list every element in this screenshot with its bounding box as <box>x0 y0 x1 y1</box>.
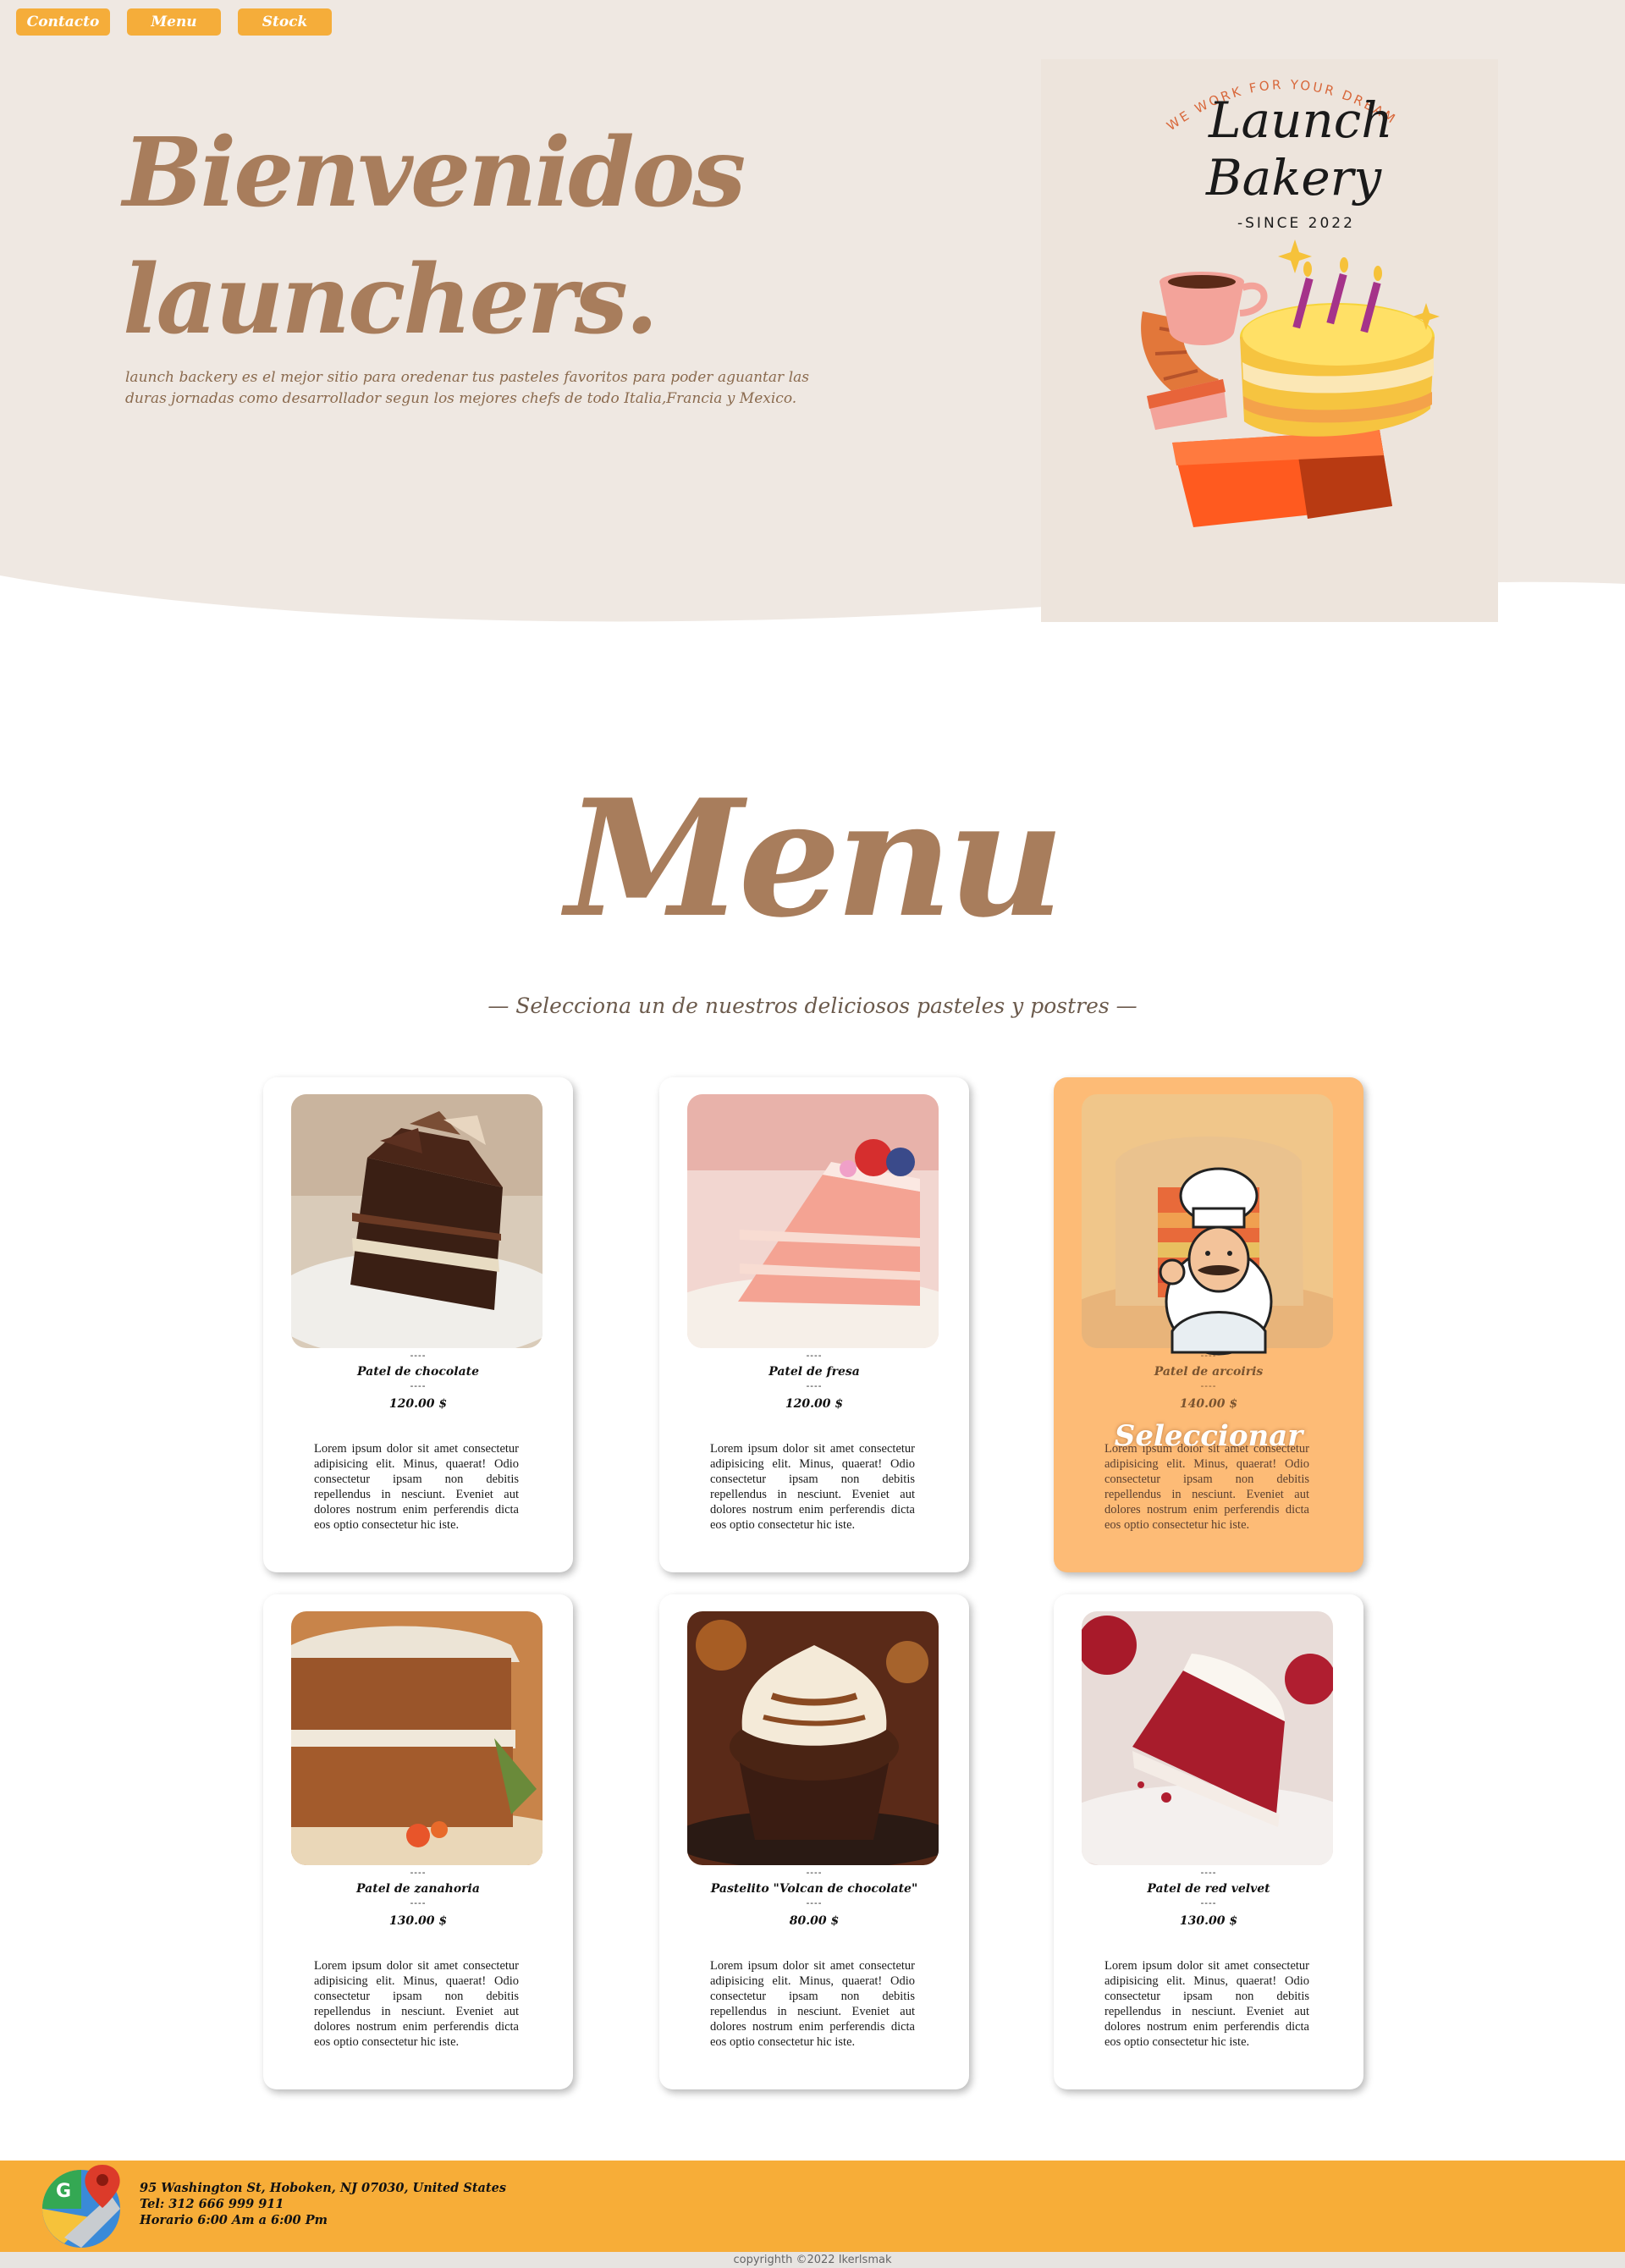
hero-title-line1: Bienvenidos <box>123 118 746 228</box>
card-name: Patel de arcoiris <box>1154 1365 1264 1379</box>
menu-card-zanahoria[interactable]: ---- Patel de zanahoria ---- 130.00 $ Lo… <box>263 1594 573 2089</box>
google-maps-icon[interactable]: G <box>39 2161 132 2249</box>
logo-since: -SINCE 2022 <box>1237 215 1355 232</box>
chef-icon <box>1159 1167 1273 1356</box>
card-dash-bottom: ---- <box>410 1897 427 1908</box>
chocolate-cake-image <box>291 1094 543 1348</box>
card-dash-bottom: ---- <box>1200 1897 1217 1908</box>
logo-name-line1: Launch <box>1209 91 1393 149</box>
nav-stock-button[interactable]: Stock <box>238 8 332 36</box>
card-dash-top: ---- <box>410 1867 427 1878</box>
hero-title-line2: launchers. <box>123 245 658 355</box>
card-dash-bottom: ---- <box>1200 1380 1217 1391</box>
hero-title: Bienvenidos launchers. <box>123 110 884 364</box>
card-description: Lorem ipsum dolor sit amet consectetur a… <box>314 1442 519 1532</box>
svg-text:G: G <box>56 2181 71 2202</box>
footer-address: 95 Washington St, Hoboken, NJ 07030, Uni… <box>140 2181 507 2195</box>
card-price: 140.00 $ <box>1179 1397 1238 1411</box>
menu-card-chocolate[interactable]: ---- Patel de chocolate ---- 120.00 $ Lo… <box>263 1077 573 1572</box>
card-description: Lorem ipsum dolor sit amet consectetur a… <box>1104 1959 1309 2049</box>
menu-title: Menu <box>565 764 1064 953</box>
footer-hours: Horario 6:00 Am a 6:00 Pm <box>140 2213 328 2227</box>
card-price: 120.00 $ <box>388 1397 448 1411</box>
card-dash-bottom: ---- <box>410 1380 427 1391</box>
card-dash-bottom: ---- <box>806 1897 823 1908</box>
card-dash-bottom: ---- <box>806 1380 823 1391</box>
nav-menu-button[interactable]: Menu <box>127 8 221 36</box>
card-description: Lorem ipsum dolor sit amet consectetur a… <box>710 1442 915 1532</box>
top-nav: Contacto Menu Stock <box>16 8 332 36</box>
logo-name-line2: Bakery <box>1206 149 1382 206</box>
menu-subtitle: — Selecciona un de nuestros deliciosos p… <box>488 994 1138 1018</box>
menu-card-red-velvet[interactable]: ---- Patel de red velvet ---- 130.00 $ L… <box>1054 1594 1363 2089</box>
card-price: 130.00 $ <box>1179 1914 1238 1928</box>
bakery-illustration <box>1141 239 1440 527</box>
card-dash-top: ---- <box>806 1867 823 1878</box>
footer-phone: Tel: 312 666 999 911 <box>140 2197 284 2211</box>
select-button[interactable]: Seleccionar <box>1054 1419 1363 1453</box>
card-dash-top: ---- <box>1200 1350 1217 1361</box>
card-dash-top: ---- <box>410 1350 427 1361</box>
card-dash-top: ---- <box>806 1350 823 1361</box>
card-name: Patel de zanahoria <box>356 1882 480 1896</box>
card-description: Lorem ipsum dolor sit amet consectetur a… <box>314 1959 519 2049</box>
card-price: 80.00 $ <box>789 1914 840 1928</box>
strawberry-cake-image <box>687 1094 939 1348</box>
hero-description: launch backery es el mejor sitio para or… <box>125 369 809 407</box>
card-name: Patel de red velvet <box>1147 1882 1270 1896</box>
lava-cupcake-image <box>687 1611 939 1865</box>
card-description: Lorem ipsum dolor sit amet consectetur a… <box>710 1959 915 2049</box>
card-description: Lorem ipsum dolor sit amet consectetur a… <box>1104 1442 1309 1532</box>
card-price: 120.00 $ <box>785 1397 844 1411</box>
card-name: Pastelito "Volcan de chocolate" <box>710 1882 918 1896</box>
carrot-cake-image <box>291 1611 543 1865</box>
card-name: Patel de fresa <box>768 1365 860 1379</box>
card-dash-top: ---- <box>1200 1867 1217 1878</box>
copyright: copyrighth ©2022 Ikerlsmak <box>0 2252 1625 2268</box>
red-velvet-cake-image <box>1082 1611 1333 1865</box>
menu-card-fresa[interactable]: ---- Patel de fresa ---- 120.00 $ Lorem … <box>659 1077 969 1572</box>
menu-card-arcoiris[interactable]: ---- Patel de arcoiris ---- 140.00 $ Lor… <box>1054 1077 1363 1572</box>
card-name: Patel de chocolate <box>356 1365 480 1379</box>
nav-contacto-button[interactable]: Contacto <box>16 8 110 36</box>
menu-card-volcan[interactable]: ---- Pastelito "Volcan de chocolate" ---… <box>659 1594 969 2089</box>
card-price: 130.00 $ <box>388 1914 448 1928</box>
footer-contact: 95 Washington St, Hoboken, NJ 07030, Uni… <box>140 2180 506 2228</box>
